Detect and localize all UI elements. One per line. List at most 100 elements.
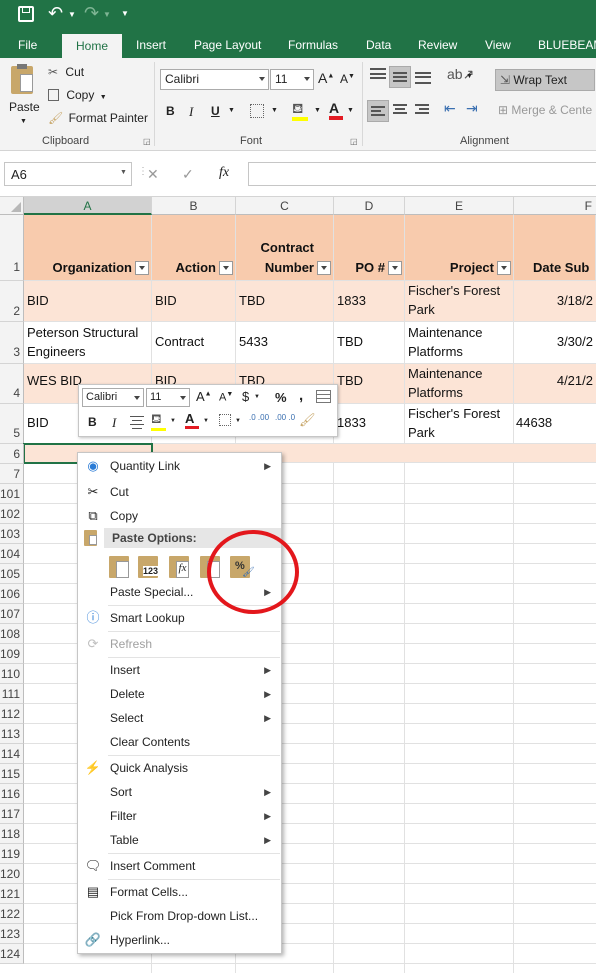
row-header[interactable]: 4: [0, 364, 24, 404]
decrease-decimal-icon[interactable]: .00 .0: [275, 413, 297, 422]
paste-option-paste[interactable]: [109, 556, 129, 578]
table-cell[interactable]: BID: [24, 281, 152, 322]
menu-item-copy[interactable]: ⧉ Copy: [78, 504, 281, 528]
increase-indent-icon[interactable]: ⇥: [466, 100, 478, 117]
row-header[interactable]: 102: [0, 504, 24, 524]
table-cell[interactable]: 3/18/2: [514, 281, 596, 322]
row-header[interactable]: 104: [0, 544, 24, 564]
row-header[interactable]: 118: [0, 824, 24, 844]
table-cell[interactable]: 4/21/2: [514, 364, 596, 404]
dialog-launcher-icon[interactable]: ◲: [143, 137, 151, 146]
row-header[interactable]: 1: [0, 215, 24, 281]
align-left-icon[interactable]: [367, 100, 389, 122]
row-header[interactable]: 101: [0, 484, 24, 504]
mini-size-combo[interactable]: 11: [146, 388, 190, 407]
row-header[interactable]: 121: [0, 884, 24, 904]
column-header-b[interactable]: B: [152, 197, 236, 215]
table-cell[interactable]: 3/30/2: [514, 322, 596, 364]
row-header[interactable]: 109: [0, 644, 24, 664]
column-header-e[interactable]: E: [405, 197, 514, 215]
shrink-font-icon[interactable]: A▼: [219, 391, 233, 404]
header-cell-organization[interactable]: Organization: [24, 215, 152, 281]
row-header[interactable]: 2: [0, 281, 24, 322]
format-painter-button[interactable]: 🖌 Format Painter: [48, 111, 148, 125]
paste-option-formulas[interactable]: fx: [169, 556, 189, 578]
table-cell[interactable]: Maintenance Platforms: [405, 364, 514, 404]
menu-item-quick-analysis[interactable]: ⚡ Quick Analysis: [78, 756, 281, 780]
customize-icon[interactable]: ▼: [121, 9, 129, 18]
menu-item-refresh[interactable]: ⟳ Refresh: [78, 632, 281, 656]
align-center-icon[interactable]: [130, 416, 144, 429]
header-cell-project[interactable]: Project: [405, 215, 514, 281]
grow-font-icon[interactable]: A▲: [196, 389, 212, 404]
borders-icon[interactable]: [219, 414, 231, 426]
row-header[interactable]: 123: [0, 924, 24, 944]
tab-data[interactable]: Data: [366, 32, 391, 58]
filter-dropdown-icon[interactable]: [317, 261, 331, 275]
copy-button[interactable]: Copy ▼: [48, 88, 107, 102]
filter-dropdown-icon[interactable]: [388, 261, 402, 275]
row-header[interactable]: 7: [0, 464, 24, 484]
row-header[interactable]: 113: [0, 724, 24, 744]
paste-button[interactable]: Paste ▼: [6, 64, 40, 130]
row-header[interactable]: 120: [0, 864, 24, 884]
row-header[interactable]: 114: [0, 744, 24, 764]
filter-dropdown-icon[interactable]: [497, 261, 511, 275]
filter-dropdown-icon[interactable]: [219, 261, 233, 275]
name-box[interactable]: A6: [4, 162, 132, 186]
table-cell[interactable]: 1833: [334, 404, 405, 444]
menu-item-table[interactable]: Table ▶: [78, 828, 281, 852]
row-header[interactable]: 111: [0, 684, 24, 704]
paste-option-values[interactable]: 123: [138, 556, 159, 578]
mini-font-combo[interactable]: Calibri: [82, 388, 144, 407]
chevron-down-icon[interactable]: ▼: [228, 107, 235, 114]
fill-color-icon[interactable]: ⛾: [292, 100, 308, 121]
tab-review[interactable]: Review: [418, 32, 457, 58]
header-cell-action[interactable]: Action: [152, 215, 236, 281]
borders-icon[interactable]: [250, 104, 264, 118]
tab-formulas[interactable]: Formulas: [288, 32, 338, 58]
increase-decimal-icon[interactable]: .0 .00: [249, 413, 271, 422]
row-header[interactable]: 116: [0, 784, 24, 804]
row-header[interactable]: 122: [0, 904, 24, 924]
row-header[interactable]: 112: [0, 704, 24, 724]
enter-icon[interactable]: ✓: [182, 166, 194, 183]
row-header[interactable]: 115: [0, 764, 24, 784]
chevron-down-icon[interactable]: ▼: [466, 73, 473, 80]
header-cell-date-sub[interactable]: Date Sub: [514, 215, 596, 281]
grow-font-button[interactable]: A▲: [318, 70, 334, 86]
menu-item-pick-dropdown[interactable]: Pick From Drop-down List...: [78, 904, 281, 928]
redo-icon[interactable]: ↷: [84, 3, 99, 24]
table-cell[interactable]: Peterson Structural Engineers: [24, 322, 152, 364]
wrap-text-button[interactable]: ⇲ Wrap Text: [495, 69, 595, 91]
chevron-down-icon[interactable]: ▼: [347, 107, 354, 114]
italic-button[interactable]: I: [189, 104, 193, 120]
align-top-icon[interactable]: [370, 68, 386, 82]
bold-button[interactable]: B: [166, 104, 175, 118]
filter-dropdown-icon[interactable]: [135, 261, 149, 275]
table-cell[interactable]: Fischer's Forest Park: [405, 281, 514, 322]
row-header[interactable]: 119: [0, 844, 24, 864]
comma-style-icon[interactable]: ,: [299, 387, 303, 404]
tab-view[interactable]: View: [485, 32, 511, 58]
column-header-d[interactable]: D: [334, 197, 405, 215]
table-cell[interactable]: TBD: [236, 281, 334, 322]
row-header[interactable]: 106: [0, 584, 24, 604]
undo-dropdown-icon[interactable]: ▼: [68, 10, 76, 19]
table-cell[interactable]: TBD: [334, 322, 405, 364]
align-bottom-icon[interactable]: [415, 70, 431, 84]
chevron-down-icon[interactable]: ▼: [235, 418, 241, 424]
formula-input[interactable]: [248, 162, 596, 186]
shrink-font-button[interactable]: A▼: [340, 72, 355, 86]
menu-item-sort[interactable]: Sort ▶: [78, 780, 281, 804]
cancel-icon[interactable]: ✕: [147, 166, 159, 183]
chevron-down-icon[interactable]: ▼: [120, 169, 127, 176]
accounting-format-icon[interactable]: $: [242, 389, 249, 404]
redo-dropdown-icon[interactable]: ▼: [103, 10, 111, 19]
row-header[interactable]: 5: [0, 404, 24, 444]
tab-file[interactable]: File: [18, 32, 37, 58]
percent-style-icon[interactable]: %: [275, 390, 287, 405]
menu-item-clear-contents[interactable]: Clear Contents: [78, 730, 281, 754]
column-header-a[interactable]: A: [24, 197, 152, 215]
row-header[interactable]: 6: [0, 444, 24, 464]
